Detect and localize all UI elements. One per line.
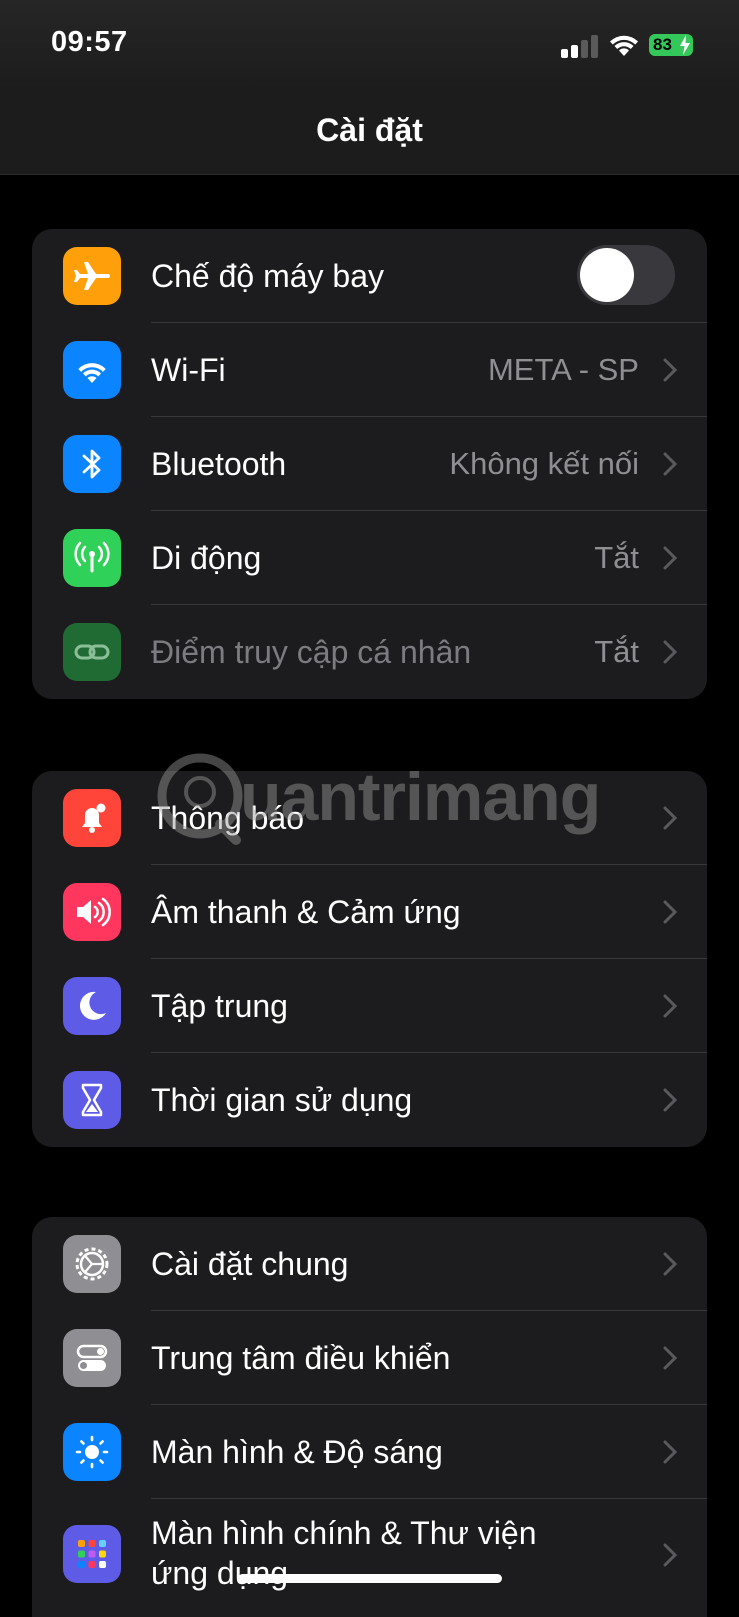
wifi-icon xyxy=(63,341,121,399)
row-wifi[interactable]: Wi-Fi META - SP xyxy=(32,323,707,417)
row-bluetooth[interactable]: Bluetooth Không kết nối xyxy=(32,417,707,511)
chevron-right-icon xyxy=(663,546,677,570)
chevron-right-icon xyxy=(663,806,677,830)
row-screen-time[interactable]: Thời gian sử dụng xyxy=(32,1053,707,1147)
toggle-knob xyxy=(580,248,634,302)
row-label: Âm thanh & Cảm ứng xyxy=(151,894,461,930)
chevron-right-icon xyxy=(663,994,677,1018)
row-label: Thời gian sử dụng xyxy=(151,1082,413,1118)
chevron-right-icon xyxy=(663,1440,677,1464)
row-personal-hotspot[interactable]: Điểm truy cập cá nhân Tắt xyxy=(32,605,707,699)
moon-icon xyxy=(63,977,121,1035)
row-label: Bluetooth xyxy=(151,446,287,482)
watermark-bulb-icon xyxy=(157,753,243,845)
chevron-right-icon xyxy=(663,900,677,924)
charging-bolt-icon xyxy=(680,35,690,55)
chevron-right-icon xyxy=(663,640,677,664)
bluetooth-icon xyxy=(63,435,121,493)
airplane-icon xyxy=(63,247,121,305)
chevron-right-icon xyxy=(663,1543,677,1567)
chevron-right-icon xyxy=(663,452,677,476)
row-label: Tập trung xyxy=(151,988,288,1024)
row-label: Wi-Fi xyxy=(151,352,226,388)
hotspot-icon xyxy=(63,623,121,681)
airplane-mode-toggle[interactable] xyxy=(577,245,675,305)
sun-icon xyxy=(63,1423,121,1481)
home-grid-icon xyxy=(63,1525,121,1583)
row-value: META - SP xyxy=(487,352,639,387)
row-label: Màn hình & Độ sáng xyxy=(151,1434,443,1470)
status-time: 09:57 xyxy=(51,26,128,58)
settings-group-connectivity: Chế độ máy bay Wi-Fi META - SP Bluetooth… xyxy=(32,229,707,699)
row-control-center[interactable]: Trung tâm điều khiển xyxy=(32,1311,707,1405)
page-title: Cài đặt xyxy=(316,112,423,148)
chevron-right-icon xyxy=(663,358,677,382)
home-indicator[interactable] xyxy=(238,1574,502,1583)
row-airplane-mode: Chế độ máy bay xyxy=(32,229,707,323)
chevron-right-icon xyxy=(663,1252,677,1276)
watermark-logo: uantrimang xyxy=(150,748,601,848)
battery-indicator: 83 xyxy=(649,34,693,56)
battery-level: 83 xyxy=(653,35,672,54)
status-bar: 09:57 83 xyxy=(0,0,739,92)
row-label: Di động xyxy=(151,540,262,576)
hourglass-icon xyxy=(63,1071,121,1129)
cellular-signal-icon xyxy=(561,34,601,58)
watermark-text: uantrimang xyxy=(240,759,601,835)
row-cellular[interactable]: Di động Tắt xyxy=(32,511,707,605)
speaker-icon xyxy=(63,883,121,941)
row-label: Điểm truy cập cá nhân xyxy=(151,634,472,670)
switches-icon xyxy=(63,1329,121,1387)
row-value: Tắt xyxy=(594,634,639,669)
row-sounds-haptics[interactable]: Âm thanh & Cảm ứng xyxy=(32,865,707,959)
row-label: Chế độ máy bay xyxy=(151,258,385,294)
row-focus[interactable]: Tập trung xyxy=(32,959,707,1053)
cellular-icon xyxy=(63,529,121,587)
settings-group-general: Cài đặt chung Trung tâm điều khiển Màn h… xyxy=(32,1217,707,1617)
chevron-right-icon xyxy=(663,1088,677,1112)
row-display-brightness[interactable]: Màn hình & Độ sáng xyxy=(32,1405,707,1499)
row-label: Cài đặt chung xyxy=(151,1246,349,1282)
row-value: Tắt xyxy=(594,540,639,575)
row-general[interactable]: Cài đặt chung xyxy=(32,1217,707,1311)
bell-icon xyxy=(63,789,121,847)
row-value: Không kết nối xyxy=(449,446,639,481)
row-label: Trung tâm điều khiển xyxy=(151,1340,451,1376)
gear-icon xyxy=(63,1235,121,1293)
wifi-status-icon xyxy=(610,35,638,56)
chevron-right-icon xyxy=(663,1346,677,1370)
